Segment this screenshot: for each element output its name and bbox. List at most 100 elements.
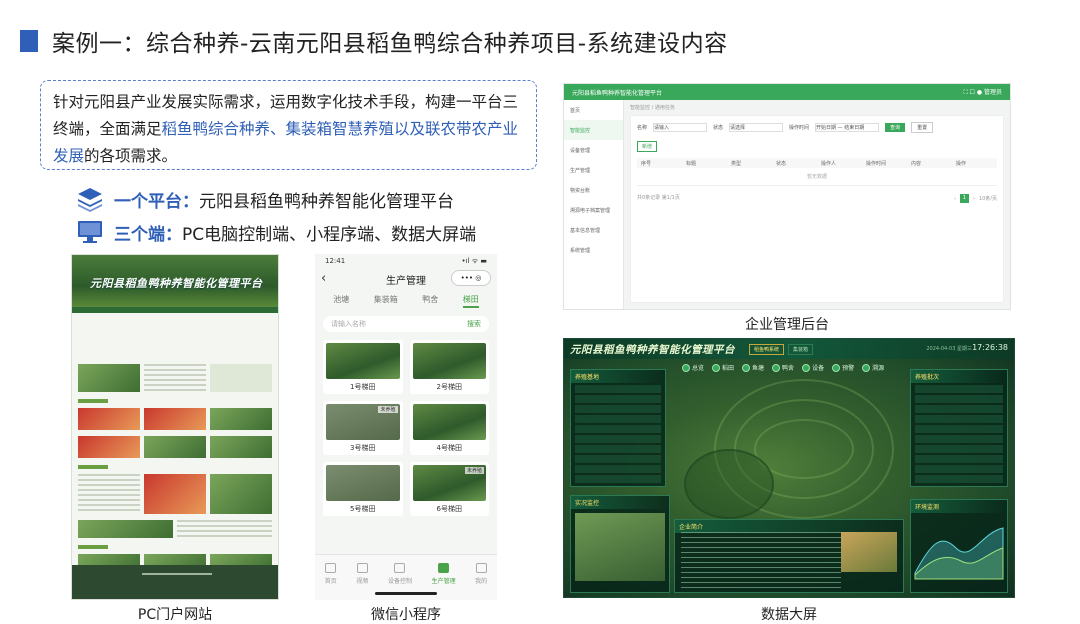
column-header: 操作人 — [821, 160, 837, 167]
center-bottom-panel: 企业简介 — [674, 519, 904, 593]
feature-terminals: 三个端： PC电脑控制端、小程序端、数据大屏端 — [76, 219, 476, 245]
rice-icon — [712, 363, 721, 372]
overview-icon — [682, 363, 690, 372]
per-page-select[interactable]: 10条/页 — [979, 195, 997, 202]
terrace-card[interactable]: 未养殖 6号梯田 — [409, 462, 489, 516]
tabbar-home[interactable]: 首页 — [325, 563, 337, 585]
filter-time-label: 操作时间 — [789, 125, 810, 131]
mb-header: ‹ 生产管理 ••• ◎ — [315, 268, 497, 290]
tab-pond[interactable]: 池塘 — [333, 294, 349, 308]
card-label: 1号梯田 — [350, 383, 376, 391]
table-header: 序号 标题 类型 状态 操作人 操作时间 内容 操作 — [637, 158, 997, 168]
admin-screenshot: 元阳县稻鱼鸭种养智能化管理平台 ⛶ ☐ ● 管理员 首页 智能监控 设备管理 生… — [563, 83, 1011, 310]
sidebar-item-active[interactable]: 智能监控 — [564, 120, 623, 140]
home-icon — [325, 563, 337, 573]
filter-status-label: 状态 — [713, 125, 724, 131]
admin-panel: 名称 请输入 状态 请选择 操作时间 开始日期 — 结束日期 查询 重置 新增 … — [630, 115, 1004, 303]
tab-duck[interactable]: 鸭舍 — [422, 294, 438, 308]
status-time: 12:41 — [325, 257, 346, 265]
screen-header-tabs: 稻鱼鸭系统 集装箱 — [749, 343, 814, 355]
column-header: 操作 — [956, 160, 967, 167]
reset-button[interactable]: 重置 — [911, 122, 934, 133]
screen-tab[interactable]: 稻鱼鸭系统 — [749, 343, 785, 355]
trace-icon — [862, 363, 871, 372]
admin-app-title: 元阳县稻鱼鸭种养智能化管理平台 — [572, 89, 663, 97]
search-bar[interactable]: 请输入名称 搜索 — [323, 316, 489, 332]
home-indicator — [375, 592, 437, 595]
filter-time-range[interactable]: 开始日期 — 结束日期 — [815, 123, 880, 132]
tabbar-mine[interactable]: 我的 — [475, 563, 487, 585]
pc-row — [72, 471, 278, 517]
title-marker — [20, 30, 38, 52]
page-number[interactable]: 1 — [959, 194, 969, 203]
card-label: 4号梯田 — [436, 444, 462, 452]
card-tag: 未养殖 — [464, 467, 484, 474]
caption-miniprogram: 微信小程序 — [371, 607, 441, 623]
feature-platform: 一个平台： 元阳县稻鱼鸭种养智能化管理平台 — [76, 186, 454, 212]
sidebar-item[interactable]: 首页 — [564, 100, 623, 120]
live-video[interactable] — [575, 513, 665, 581]
tabbar-production[interactable]: 生产管理 — [432, 563, 456, 585]
pc-footer — [72, 565, 278, 599]
left-bottom-title: 实况监控 — [571, 496, 669, 509]
filter-name-input[interactable]: 请输入 — [653, 123, 708, 132]
tab-terrace[interactable]: 梯田 — [462, 294, 479, 308]
sidebar-item[interactable]: 设备管理 — [564, 140, 623, 160]
platform-key: 一个平台： — [114, 191, 199, 212]
layers-icon — [78, 188, 102, 212]
pc-row — [72, 433, 278, 461]
terrace-card[interactable]: 4号梯田 — [409, 401, 489, 455]
admin-top-right[interactable]: ⛶ ☐ ● 管理员 — [963, 87, 1002, 97]
pager-controls: ‹ 1 › 10条/页 — [954, 194, 997, 203]
sidebar-item[interactable]: 系统管理 — [564, 240, 623, 260]
nav-rice[interactable]: 稻田 — [712, 363, 734, 372]
nav-alarm[interactable]: 预警 — [832, 363, 854, 372]
query-button[interactable]: 查询 — [885, 123, 906, 132]
nav-fish[interactable]: 鱼塘 — [742, 363, 764, 372]
filter-status-select[interactable]: 请选择 — [729, 123, 784, 132]
card-label: 3号梯田 — [350, 444, 376, 452]
nav-device[interactable]: 设备 — [802, 363, 824, 372]
intro-photo — [841, 532, 897, 572]
next-page-icon[interactable]: › — [973, 196, 975, 202]
slide-title: 案例一：综合种养-云南元阳县稻鱼鸭综合种养项目-系统建设内容 — [52, 31, 728, 57]
right-bottom-title: 环境监测 — [911, 500, 1007, 513]
data-screen-screenshot: 元阳县稻鱼鸭种养智能化管理平台 稻鱼鸭系统 集装箱 2024-04-03 星期三… — [563, 338, 1015, 598]
signal-icon: •ıl ᯤ ▬ — [461, 257, 487, 265]
nav-trace[interactable]: 溯源 — [862, 363, 884, 372]
sidebar-item[interactable]: 生产管理 — [564, 160, 623, 180]
left-panel-title: 养殖基地 — [571, 370, 665, 383]
tabbar-label: 设备控制 — [387, 578, 412, 585]
column-header: 类型 — [731, 160, 742, 167]
screen-date: 2024-04-03 星期三 — [926, 346, 972, 352]
caption-pc: PC门户网站 — [137, 607, 213, 623]
terrace-card[interactable]: 5号梯田 — [323, 462, 403, 516]
add-button[interactable]: 新增 — [637, 141, 658, 152]
terrace-card[interactable]: 未养殖 3号梯田 — [323, 401, 403, 455]
device-icon — [394, 563, 406, 573]
tabbar-video[interactable]: 视频 — [356, 563, 368, 585]
pc-hero-title: 元阳县稻鱼鸭种养智能化管理平台 — [90, 277, 263, 290]
search-input[interactable]: 请输入名称 — [331, 319, 366, 329]
screen-tab[interactable]: 集装箱 — [788, 343, 814, 355]
back-icon[interactable]: ‹ — [321, 271, 326, 286]
prev-page-icon[interactable]: ‹ — [954, 196, 956, 202]
mb-header-title: 生产管理 — [386, 275, 426, 287]
sidebar-item[interactable]: 基本信息管理 — [564, 220, 623, 240]
left-bottom-panel: 实况监控 — [570, 495, 670, 593]
nav-overview[interactable]: 总览 — [682, 363, 704, 372]
capsule-menu[interactable]: ••• ◎ — [451, 270, 491, 286]
sidebar-item[interactable]: 溯源电子档案管理 — [564, 200, 623, 220]
card-label: 2号梯田 — [436, 383, 462, 391]
nav-duck[interactable]: 鸭舍 — [772, 363, 794, 372]
monitor-icon — [78, 221, 102, 243]
terrace-card[interactable]: 2号梯田 — [409, 340, 489, 394]
tab-container[interactable]: 集装箱 — [374, 294, 398, 308]
terrace-card[interactable]: 1号梯田 — [323, 340, 403, 394]
duck-icon — [772, 363, 781, 372]
platform-text: 元阳县稻鱼鸭种养智能化管理平台 — [199, 191, 454, 212]
tabbar-device[interactable]: 设备控制 — [388, 563, 412, 585]
search-button[interactable]: 搜索 — [467, 319, 481, 329]
sidebar-item[interactable]: 物资台账 — [564, 180, 623, 200]
empty-state: 暂无数据 — [637, 168, 997, 186]
